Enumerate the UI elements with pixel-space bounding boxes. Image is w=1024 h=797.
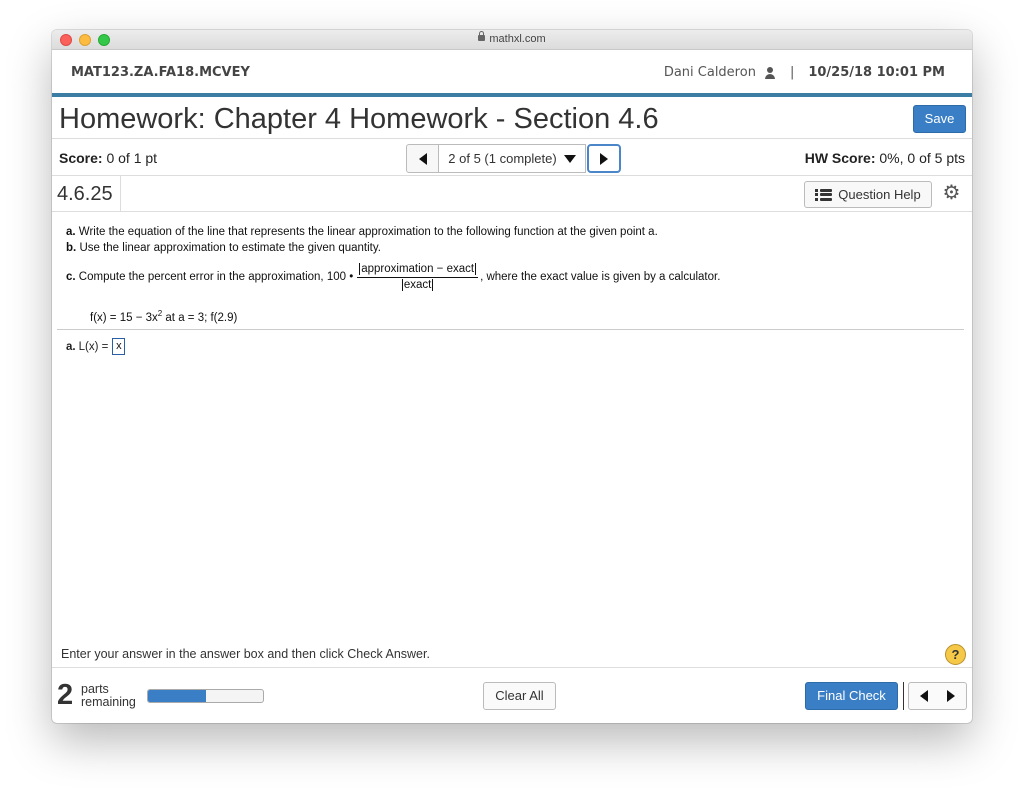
homework-score: HW Score: 0%, 0 of 5 pts: [805, 150, 965, 166]
page-title: Homework: Chapter 4 Homework - Section 4…: [59, 103, 659, 135]
progress-bar: [147, 689, 264, 703]
question-select-label: 2 of 5 (1 complete): [448, 151, 557, 166]
date-time: 10/25/18 10:01 PM: [808, 65, 945, 80]
hw-score-label: HW Score:: [804, 150, 876, 166]
part-b-text: Use the linear approximation to estimate…: [79, 242, 381, 254]
triangle-down-icon: [563, 154, 576, 163]
next-question-button[interactable]: [587, 144, 621, 173]
list-icon: [815, 188, 833, 201]
score-bar: Score: 0 of 1 pt 2 of 5 (1 complete) HW …: [52, 139, 972, 176]
gear-icon[interactable]: ⚙: [942, 183, 961, 203]
answer-input[interactable]: x: [112, 338, 126, 355]
answer-label: L(x) =: [78, 340, 109, 353]
save-button[interactable]: Save: [913, 105, 966, 133]
course-id: MAT123.ZA.FA18.MCVEY: [71, 65, 250, 80]
clear-all-button[interactable]: Clear All: [483, 682, 556, 710]
answer-instructions: Enter your answer in the answer box and …: [61, 647, 430, 661]
triangle-left-icon: [920, 690, 928, 702]
browser-window: mathxl.com MAT123.ZA.FA18.MCVEY Dani Cal…: [52, 30, 972, 723]
footer-bar: 2 parts remaining Clear All Final Check: [52, 667, 972, 723]
fraction-numerator: approximation − exact: [359, 262, 477, 275]
final-check-button[interactable]: Final Check: [805, 682, 898, 710]
footer-divider: [903, 682, 904, 710]
percent-error-fraction: approximation − exact exact: [357, 262, 479, 293]
score-label: Score:: [59, 150, 103, 166]
triangle-right-icon: [600, 152, 608, 165]
score-value: 0 of 1 pt: [106, 150, 158, 166]
question-text: a. Write the equation of the line that r…: [66, 225, 961, 324]
question-help-label: Question Help: [838, 187, 921, 202]
title-bar: mathxl.com: [52, 30, 972, 50]
hw-score-value: 0%, 0 of 5 pts: [879, 150, 965, 166]
user-icon: [764, 66, 776, 79]
part-a-letter: a.: [66, 226, 76, 238]
part-c-letter: c.: [66, 271, 76, 283]
fraction-denominator: exact: [401, 278, 434, 291]
progress-fill: [148, 690, 206, 702]
help-icon[interactable]: ?: [945, 644, 966, 665]
homework-title-row: Homework: Chapter 4 Homework - Section 4…: [52, 97, 972, 139]
part-c-tail: , where the exact value is given by a ca…: [480, 271, 721, 283]
header-separator: |: [789, 65, 795, 80]
question-divider: [57, 329, 964, 330]
triangle-left-icon: [418, 152, 427, 165]
part-a-instruction: a. Write the equation of the line that r…: [66, 225, 961, 239]
footer-next-button[interactable]: [935, 682, 967, 710]
question-id: 4.6.25: [57, 176, 121, 211]
address-bar[interactable]: mathxl.com: [52, 31, 972, 45]
question-select[interactable]: 2 of 5 (1 complete): [439, 144, 586, 173]
question-toolbar: 4.6.25 Question Help ⚙: [52, 176, 972, 212]
question-help-button[interactable]: Question Help: [804, 181, 932, 208]
function-suffix: at a = 3; f(2.9): [162, 311, 238, 324]
part-b-letter: b.: [66, 242, 77, 254]
course-header: MAT123.ZA.FA18.MCVEY Dani Calderon | 10/…: [52, 50, 972, 97]
user-area: Dani Calderon | 10/25/18 10:01 PM: [664, 65, 945, 80]
question-navigator: 2 of 5 (1 complete): [406, 144, 621, 173]
function-definition: f(x) = 15 − 3x2 at a = 3; f(2.9): [90, 309, 961, 324]
user-name[interactable]: Dani Calderon: [664, 65, 756, 80]
lock-icon: [478, 31, 486, 41]
answer-part-letter: a.: [66, 340, 76, 353]
part-b-instruction: b. Use the linear approximation to estim…: [66, 241, 961, 255]
answer-row: a. L(x) = x: [66, 338, 126, 355]
parts-remaining-label: parts remaining: [81, 683, 136, 709]
function-prefix: f(x) = 15 − 3x: [90, 311, 158, 324]
question-score: Score: 0 of 1 pt: [59, 150, 157, 166]
url-text: mathxl.com: [489, 33, 546, 45]
part-c-text: Compute the percent error in the approxi…: [78, 271, 354, 283]
part-c-instruction: c. Compute the percent error in the appr…: [66, 257, 961, 297]
previous-question-button[interactable]: [406, 144, 439, 173]
parts-remaining-count: 2: [57, 679, 74, 711]
triangle-right-icon: [946, 690, 955, 702]
remaining-word: remaining: [81, 695, 136, 709]
part-a-text: Write the equation of the line that repr…: [78, 226, 658, 238]
